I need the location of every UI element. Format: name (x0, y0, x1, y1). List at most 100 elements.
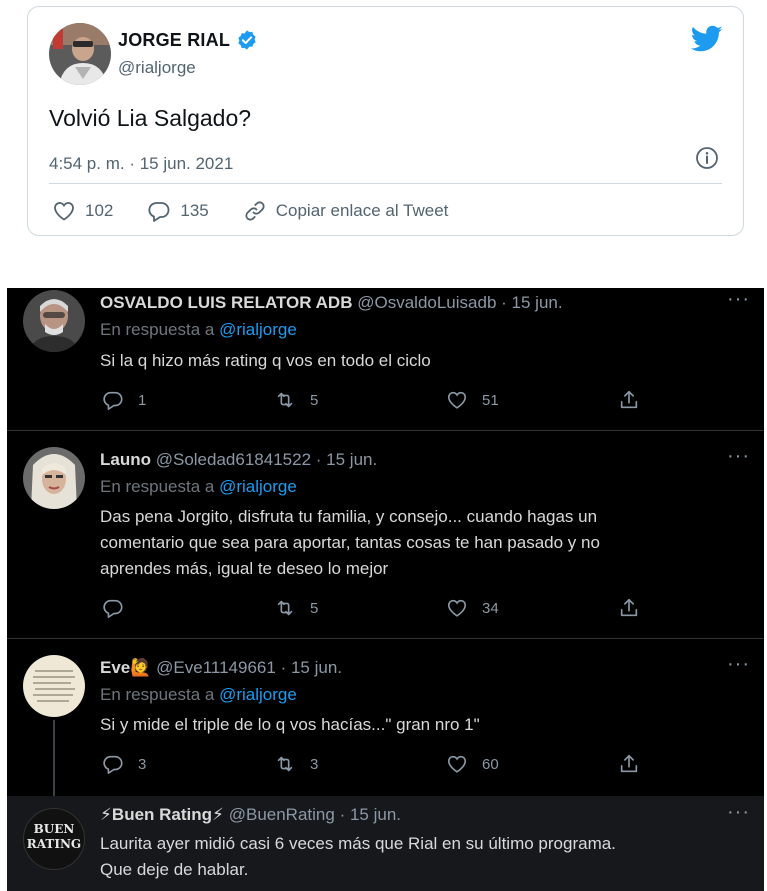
reply-avatar[interactable] (23, 655, 85, 717)
info-icon[interactable] (695, 146, 719, 170)
reply-actions: 3 3 60 (102, 753, 764, 775)
reply-avatar[interactable] (23, 290, 85, 352)
reply-icon (103, 391, 123, 410)
mention-link[interactable]: @rialjorge (219, 477, 297, 496)
like-button[interactable]: 102 (52, 199, 113, 223)
share-icon (620, 598, 638, 617)
divider (49, 183, 722, 184)
reply-text-line: aprendes más, igual te deseo lo mejor (100, 559, 389, 578)
link-icon (245, 201, 265, 221)
reply-count: 1 (138, 391, 147, 409)
avatar-logo-text: BUEN (33, 822, 75, 836)
reply-icon (148, 202, 170, 222)
tweet-actions: 102 135 Copiar enlace al Tweet (52, 199, 482, 223)
author-handle[interactable]: @rialjorge (118, 58, 196, 78)
more-options-icon[interactable]: ··· (727, 445, 750, 468)
share-button[interactable] (618, 597, 764, 619)
reply-icon (103, 599, 123, 618)
divider (7, 638, 764, 639)
mention-link[interactable]: @rialjorge (219, 685, 297, 704)
like-button[interactable]: 34 (446, 597, 618, 619)
like-button[interactable]: 51 (446, 389, 618, 411)
reply-button[interactable]: 3 (102, 753, 274, 775)
retweet-button[interactable]: 5 (274, 389, 446, 411)
in-reply-prefix: En respuesta a (100, 477, 215, 496)
reply-author-handle[interactable]: @Soledad61841522 (156, 450, 311, 469)
separator-dot: · (280, 658, 287, 677)
in-reply-prefix: En respuesta a (100, 320, 215, 339)
author-name[interactable]: JORGE RIAL (118, 30, 230, 51)
reply-item[interactable]: Eve🙋 @Eve11149661 · 15 jun. ··· En respu… (7, 653, 764, 793)
reply-avatar[interactable]: BUEN RATING (23, 808, 85, 870)
reply-item[interactable]: BUEN RATING ⚡Buen Rating⚡ @BuenRating · … (7, 801, 764, 891)
share-icon (620, 754, 638, 773)
reply-text: Si la q hizo más rating q vos en todo el… (100, 351, 431, 370)
reply-item[interactable]: OSVALDO LUIS RELATOR ADB @OsvaldoLuisadb… (7, 288, 764, 430)
separator-dot: · (501, 293, 507, 312)
reply-actions: 5 34 (102, 597, 764, 619)
in-reply-to: En respuesta a @rialjorge (100, 320, 297, 340)
author-avatar[interactable] (49, 23, 111, 85)
replies-panel: OSVALDO LUIS RELATOR ADB @OsvaldoLuisadb… (7, 288, 764, 891)
in-reply-to: En respuesta a @rialjorge (100, 477, 297, 497)
reply-item[interactable]: Launo @Soledad61841522 · 15 jun. ··· En … (7, 445, 764, 638)
reply-author-name[interactable]: Eve (100, 658, 130, 677)
reply-text-line: Que deje de hablar. (100, 860, 249, 879)
retweet-button[interactable]: 3 (274, 753, 446, 775)
tweet-text: Volvió Lia Salgado? (49, 105, 252, 131)
like-count: 102 (85, 201, 114, 220)
like-count: 34 (482, 599, 499, 617)
separator-dot: · (339, 805, 346, 824)
reply-count: 135 (180, 201, 209, 220)
separator-dot: · (315, 450, 322, 469)
copy-link-button[interactable]: Copiar enlace al Tweet (243, 199, 449, 223)
retweet-button[interactable]: 5 (274, 597, 446, 619)
reply-author-handle[interactable]: @Eve11149661 (156, 658, 276, 677)
reply-text: Das pena Jorgito, disfruta tu familia, y… (100, 504, 740, 582)
divider (7, 430, 764, 431)
heart-icon (54, 202, 74, 221)
tweet-card: JORGE RIAL @rialjorge Volvió Lia Salgado… (27, 6, 744, 236)
retweet-count: 3 (310, 755, 319, 773)
reply-author-name[interactable]: OSVALDO LUIS RELATOR ADB (100, 293, 353, 312)
reply-actions: 1 5 51 (102, 389, 764, 411)
reply-text-line: Laurita ayer midió casi 6 veces más que … (100, 834, 616, 853)
more-options-icon[interactable]: ··· (727, 801, 750, 824)
twitter-bird-icon[interactable] (691, 25, 723, 53)
copy-link-label: Copiar enlace al Tweet (275, 201, 449, 220)
heart-icon (447, 599, 467, 617)
reply-date[interactable]: 15 jun. (512, 293, 563, 312)
in-reply-to: En respuesta a @rialjorge (100, 685, 297, 705)
reply-text: Si y mide el triple de lo q vos hacías..… (100, 715, 480, 734)
heart-icon (447, 391, 467, 409)
retweet-count: 5 (310, 599, 319, 617)
reply-author-name[interactable]: Launo (100, 450, 151, 469)
more-options-icon[interactable]: ··· (727, 288, 750, 311)
person-raising-hand-emoji: 🙋 (130, 658, 152, 677)
share-icon (620, 390, 638, 409)
reply-text-line: Das pena Jorgito, disfruta tu familia, y… (100, 507, 598, 526)
reply-author-handle[interactable]: @BuenRating (229, 805, 335, 824)
reply-avatar[interactable] (23, 447, 85, 509)
reply-date[interactable]: 15 jun. (326, 450, 377, 469)
reply-button[interactable]: 135 (147, 199, 209, 223)
reply-count: 3 (138, 755, 147, 773)
reply-date[interactable]: 15 jun. (291, 658, 342, 677)
reply-author-handle[interactable]: @OsvaldoLuisadb (357, 293, 496, 312)
more-options-icon[interactable]: ··· (727, 653, 750, 676)
reply-text-line: comentario que sea para aportar, tantas … (100, 533, 600, 552)
reply-date[interactable]: 15 jun. (350, 805, 401, 824)
mention-link[interactable]: @rialjorge (219, 320, 297, 339)
verified-badge-icon (238, 30, 256, 50)
reply-author-name[interactable]: ⚡Buen Rating⚡ (100, 805, 224, 824)
reply-text: Laurita ayer midió casi 6 veces más que … (100, 831, 740, 883)
share-button[interactable] (618, 753, 764, 775)
share-button[interactable] (618, 389, 764, 411)
reply-button[interactable]: 1 (102, 389, 274, 411)
tweet-timestamp[interactable]: 4:54 p. m. · 15 jun. 2021 (49, 154, 233, 174)
reply-button[interactable] (102, 597, 274, 619)
retweet-icon (277, 600, 293, 616)
heart-icon (447, 755, 467, 773)
in-reply-prefix: En respuesta a (100, 685, 215, 704)
like-button[interactable]: 60 (446, 753, 618, 775)
